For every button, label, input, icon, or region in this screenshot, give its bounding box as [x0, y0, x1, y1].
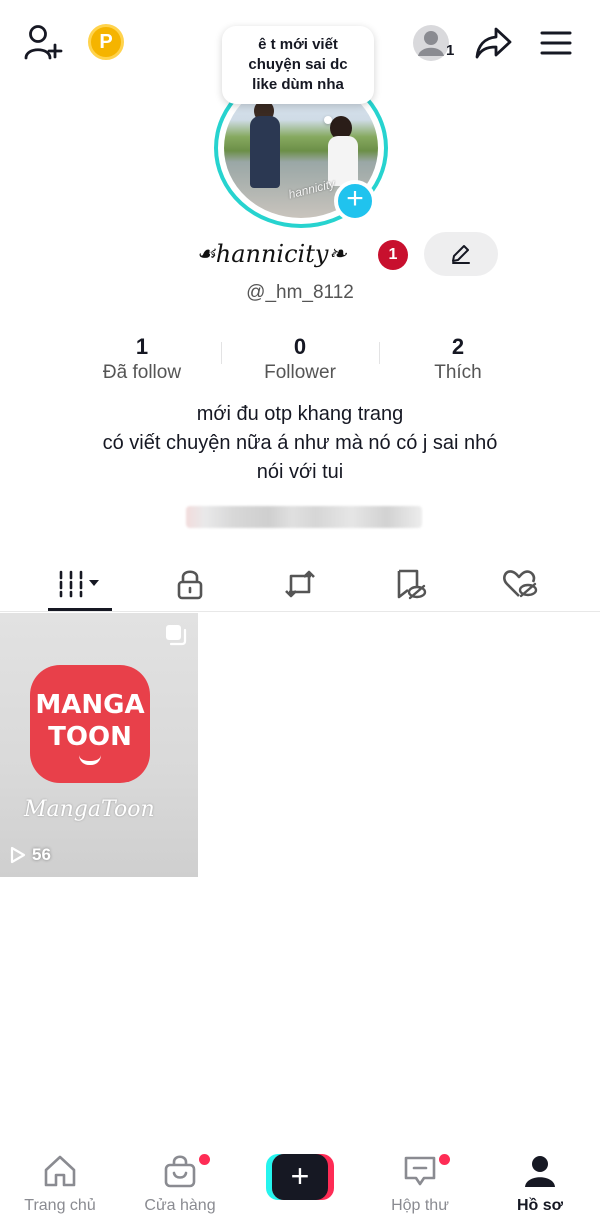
- profile-tabs: [0, 556, 600, 612]
- bio-line: mới đu otp khang trang: [196, 403, 404, 425]
- share-button[interactable]: [474, 24, 514, 62]
- likes-label: Thích: [434, 362, 482, 383]
- share-arrow-icon: [475, 27, 512, 59]
- edit-profile-button[interactable]: [424, 232, 498, 276]
- coin-button[interactable]: P: [88, 24, 124, 60]
- hamburger-menu-icon: [540, 31, 572, 55]
- logo-text: TOON: [48, 722, 132, 752]
- nav-home[interactable]: Trang chủ: [0, 1154, 120, 1215]
- nav-inbox-label: Hộp thư: [391, 1197, 449, 1214]
- photo-person: [250, 116, 280, 188]
- bio-line: có viết chuyện nữa á như mà nó có j sai …: [102, 432, 498, 454]
- play-icon: [10, 846, 26, 864]
- person-plus-icon: [24, 25, 63, 60]
- inbox-notification-dot: [439, 1154, 450, 1165]
- likes-stat[interactable]: 2 Thích: [378, 334, 538, 386]
- tab-liked[interactable]: [465, 556, 575, 612]
- tab-private[interactable]: [135, 556, 245, 612]
- shop-notification-dot: [199, 1154, 210, 1165]
- following-label: Đã follow: [102, 362, 182, 383]
- notification-badge[interactable]: 1: [378, 240, 408, 270]
- nav-shop-label: Cửa hàng: [144, 1197, 216, 1214]
- follower-count: 0: [293, 334, 307, 359]
- username: @_hm_8112: [246, 282, 354, 303]
- logo-text: MANGA: [35, 690, 145, 720]
- video-grid-icon: [59, 570, 99, 598]
- add-story-button[interactable]: +: [334, 180, 376, 222]
- view-count-number: 56: [32, 845, 51, 864]
- tab-reposts[interactable]: [245, 556, 355, 612]
- bio-line: nói với tui: [256, 461, 344, 483]
- multi-photo-icon: [166, 625, 187, 646]
- active-tab-indicator: [48, 608, 112, 611]
- note-line: chuyện sai dc: [248, 56, 348, 73]
- pencil-icon: [452, 245, 470, 264]
- video-thumbnail[interactable]: MANGA TOON MangaToon 56: [0, 613, 198, 877]
- likes-count: 2: [451, 334, 465, 359]
- nav-shop[interactable]: Cửa hàng: [120, 1154, 240, 1215]
- avatar-watermark: hannicity: [287, 176, 337, 202]
- nav-inbox[interactable]: Hộp thư: [360, 1154, 480, 1215]
- shopping-bag-icon: [164, 1155, 196, 1188]
- menu-button[interactable]: [538, 26, 574, 60]
- flourish-right: ❧: [328, 241, 347, 267]
- create-button[interactable]: +: [266, 1154, 334, 1200]
- display-name: ☙ hannicity ❧: [196, 234, 347, 274]
- profile-bio: mới đu otp khang trang có viết chuyện nữ…: [0, 400, 600, 487]
- tab-favorites[interactable]: [355, 556, 465, 612]
- coin-icon: P: [88, 24, 124, 60]
- nav-profile-label: Hồ sơ: [516, 1197, 564, 1214]
- lock-icon: [177, 570, 203, 600]
- follower-label: Follower: [264, 362, 336, 383]
- bookmark-hidden-icon: [397, 569, 427, 600]
- nav-profile[interactable]: Hồ sơ: [480, 1154, 600, 1215]
- following-count: 1: [135, 334, 149, 359]
- inbox-icon: [404, 1156, 436, 1186]
- home-icon: [44, 1155, 76, 1187]
- video-caption: MangaToon: [24, 797, 155, 822]
- plus-icon: +: [272, 1154, 328, 1200]
- note-line: like dùm nha: [252, 76, 344, 93]
- logo-smile: [79, 755, 101, 765]
- tab-videos[interactable]: [25, 556, 135, 612]
- profile-note-bubble[interactable]: ê t mới viết chuyện sai dc like dùm nha: [222, 26, 374, 104]
- note-line: ê t mới viết: [258, 36, 338, 53]
- display-name-text: hannicity: [215, 240, 329, 268]
- profile-icon: [525, 1156, 555, 1187]
- blurred-link[interactable]: [186, 506, 422, 528]
- account-avatar-icon: [413, 25, 449, 61]
- follower-stat[interactable]: 0 Follower: [220, 334, 380, 386]
- mangatoon-logo: MANGA TOON: [30, 665, 150, 783]
- bottom-nav: Trang chủ Cửa hàng + Hộp thư Hồ sơ: [0, 1144, 600, 1224]
- nav-home-label: Trang chủ: [24, 1197, 96, 1214]
- flourish-left: ☙: [196, 241, 216, 267]
- repost-icon: [285, 570, 315, 598]
- view-count: 56: [10, 845, 51, 865]
- bubble-tail: [324, 116, 332, 124]
- account-count: 1: [446, 42, 455, 59]
- add-friend-button[interactable]: [22, 22, 66, 62]
- following-stat[interactable]: 1 Đã follow: [62, 334, 222, 386]
- liked-hidden-icon: [503, 570, 538, 598]
